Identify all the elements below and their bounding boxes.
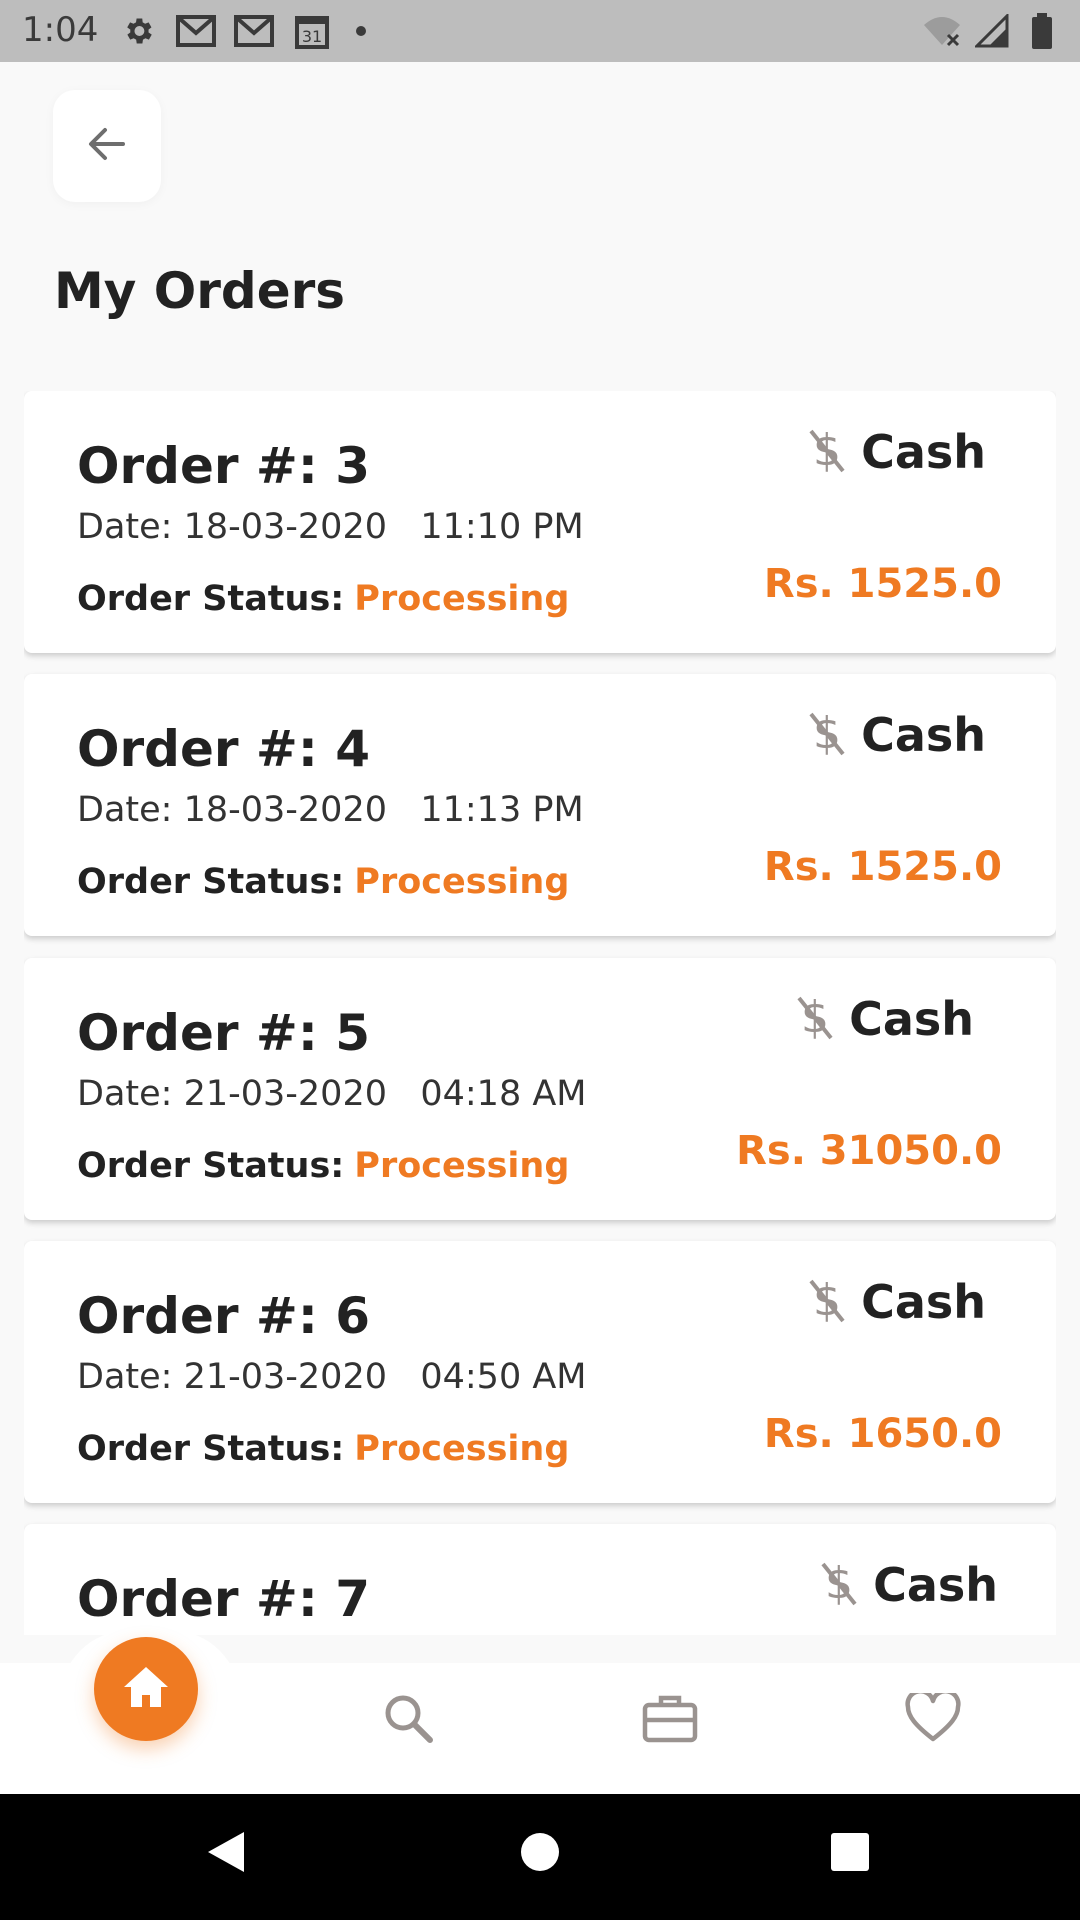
order-status-row: Order Status: Processing [77, 862, 569, 902]
circle-home-icon [520, 1832, 560, 1876]
order-card[interactable]: Order #: 4 Date: 18-03-2020 11:13 PM Ord… [24, 674, 1056, 936]
gmail-icon [176, 12, 216, 50]
payment-label: Cash [861, 1275, 986, 1329]
order-status-label: Order Status: [77, 579, 345, 619]
order-status-row: Order Status: Processing [77, 1146, 569, 1186]
no-money-icon: $ [805, 1275, 849, 1329]
system-nav-bar [0, 1794, 1080, 1920]
order-number: Order #: 5 [77, 1004, 371, 1062]
order-number: Order #: 6 [77, 1287, 371, 1345]
payment-method: $ Cash [817, 1558, 998, 1612]
status-bar: 1:04 31 [0, 0, 1080, 62]
calendar-icon: 31 [292, 12, 332, 50]
orders-list[interactable]: Order #: 3 Date: 18-03-2020 11:10 PM Ord… [24, 391, 1056, 1635]
page-title: My Orders [54, 262, 346, 320]
order-card[interactable]: Order #: 7 $ Cash [24, 1524, 1056, 1635]
system-back-button[interactable] [196, 1824, 256, 1884]
nav-orders-button[interactable] [642, 1692, 698, 1748]
payment-label: Cash [861, 708, 986, 762]
nav-search-button[interactable] [380, 1692, 436, 1748]
no-money-icon: $ [793, 992, 837, 1046]
payment-method: $ Cash [805, 1275, 986, 1329]
order-card[interactable]: Order #: 5 Date: 21-03-2020 04:18 AM Ord… [24, 958, 1056, 1220]
order-status-label: Order Status: [77, 862, 345, 902]
svg-text:31: 31 [302, 27, 322, 46]
order-number: Order #: 7 [77, 1570, 371, 1628]
order-amount: Rs. 1525.0 [763, 561, 1002, 607]
home-icon [120, 1663, 172, 1715]
status-time: 1:04 [22, 10, 99, 50]
back-button[interactable] [53, 90, 161, 202]
payment-label: Cash [861, 425, 986, 479]
order-amount: Rs. 1650.0 [763, 1411, 1002, 1457]
notification-dot-icon [356, 26, 366, 36]
nav-favorites-button[interactable] [905, 1688, 961, 1748]
nav-home-button[interactable] [94, 1637, 198, 1741]
payment-method: $ Cash [805, 708, 986, 762]
no-money-icon: $ [817, 1558, 861, 1612]
no-money-icon: $ [805, 708, 849, 762]
system-recents-button[interactable] [820, 1824, 880, 1884]
order-amount: Rs. 1525.0 [763, 844, 1002, 890]
order-status-row: Order Status: Processing [77, 1429, 569, 1469]
system-home-button[interactable] [510, 1824, 570, 1884]
signal-icon [972, 12, 1012, 50]
search-icon [382, 1692, 434, 1748]
payment-label: Cash [849, 992, 974, 1046]
wifi-off-icon [922, 12, 962, 50]
gear-icon [118, 12, 158, 50]
no-money-icon: $ [805, 425, 849, 479]
order-card[interactable]: Order #: 3 Date: 18-03-2020 11:10 PM Ord… [24, 391, 1056, 653]
order-number: Order #: 3 [77, 437, 371, 495]
order-status-label: Order Status: [77, 1429, 345, 1469]
order-status-value: Processing [354, 1146, 570, 1186]
order-number: Order #: 4 [77, 720, 371, 778]
payment-label: Cash [873, 1558, 998, 1612]
battery-icon [1022, 12, 1062, 50]
triangle-back-icon [204, 1828, 248, 1880]
order-date: Date: 21-03-2020 04:18 AM [77, 1074, 587, 1114]
payment-method: $ Cash [805, 425, 986, 479]
order-status-row: Order Status: Processing [77, 579, 569, 619]
order-date: Date: 18-03-2020 11:13 PM [77, 790, 584, 830]
payment-method: $ Cash [793, 992, 974, 1046]
order-status-value: Processing [354, 1429, 570, 1469]
order-date: Date: 18-03-2020 11:10 PM [77, 507, 584, 547]
order-amount: Rs. 31050.0 [736, 1128, 1002, 1174]
heart-icon [905, 1688, 961, 1747]
order-date: Date: 21-03-2020 04:50 AM [77, 1357, 587, 1397]
order-card[interactable]: Order #: 6 Date: 21-03-2020 04:50 AM Ord… [24, 1241, 1056, 1503]
arrow-left-icon [83, 120, 131, 172]
square-recents-icon [830, 1832, 870, 1876]
order-status-value: Processing [354, 579, 570, 619]
order-status-value: Processing [354, 862, 570, 902]
briefcase-icon [642, 1693, 698, 1747]
gmail-icon [234, 12, 274, 50]
order-status-label: Order Status: [77, 1146, 345, 1186]
